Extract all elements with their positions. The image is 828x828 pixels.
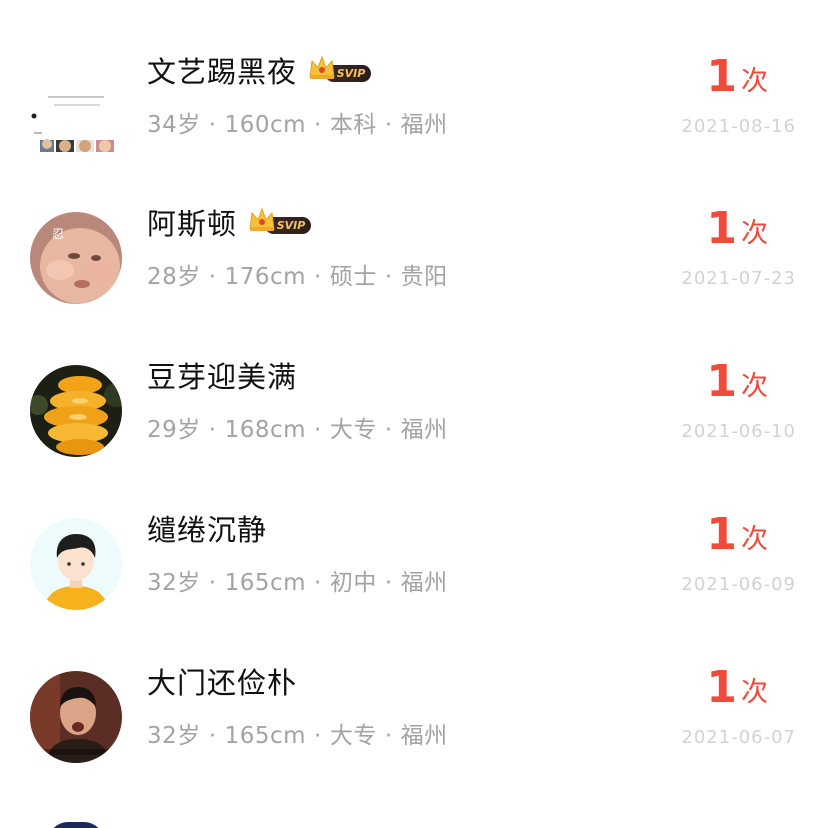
age: 32岁 [147, 570, 201, 596]
visit-count: 1 次 [706, 665, 768, 711]
name-line: 文艺踢黑夜 SVIP [147, 50, 373, 90]
age: 32岁 [147, 723, 201, 749]
profile-meta: 29岁 · 168cm · 大专 · 福州 [147, 417, 448, 443]
baby-photo-avatar: 忍 [30, 212, 122, 304]
svip-badge: SVIP [307, 53, 373, 87]
user-name[interactable]: 文艺踢黑夜 [147, 49, 297, 91]
list-item[interactable]: 大门还俭朴 32岁 · 165cm · 大专 · 福州 1 次 2021-06-07 [0, 651, 828, 804]
visit-count: 1 次 [706, 206, 768, 252]
education: 初中 [329, 570, 377, 596]
visit-count-number: 1 [706, 51, 737, 102]
education: 本科 [329, 112, 377, 138]
visit-count: 1 次 [706, 512, 768, 558]
visit-count-unit: 次 [741, 66, 768, 97]
avatar[interactable]: 忍 [30, 212, 122, 304]
age: 28岁 [147, 264, 201, 290]
user-name[interactable]: 阿斯顿 [147, 201, 237, 243]
city: 福州 [400, 112, 448, 138]
height: 160cm [224, 112, 307, 138]
visit-date: 2021-06-09 [681, 574, 796, 595]
name-line: 大门还俭朴 [147, 661, 297, 701]
svg-text:忍: 忍 [52, 227, 64, 241]
age: 29岁 [147, 417, 201, 443]
visit-date: 2021-08-16 [681, 116, 796, 137]
next-avatar-partial [48, 822, 104, 828]
visit-date: 2021-07-23 [681, 268, 796, 289]
city: 福州 [400, 417, 448, 443]
city: 贵阳 [400, 264, 448, 290]
crown-icon [249, 207, 275, 231]
fruit-slices-avatar [30, 365, 122, 457]
profile-meta: 32岁 · 165cm · 初中 · 福州 [147, 570, 448, 596]
user-name[interactable]: 缱绻沉静 [147, 507, 267, 549]
list-item[interactable]: 缱绻沉静 32岁 · 165cm · 初中 · 福州 1 次 2021-06-09 [0, 498, 828, 651]
visit-count-number: 1 [706, 356, 737, 407]
height: 168cm [224, 417, 307, 443]
height: 165cm [224, 570, 307, 596]
default-male-avatar [30, 518, 122, 610]
visit-count: 1 次 [706, 359, 768, 405]
avatar[interactable] [30, 671, 122, 763]
profile-meta: 28岁 · 176cm · 硕士 · 贵阳 [147, 264, 448, 290]
visit-date: 2021-06-07 [681, 727, 796, 748]
avatar[interactable] [30, 60, 122, 152]
list-item[interactable]: 忍 阿斯顿 SVIP 28岁 · 176cm · 硕士 · 贵阳 1 次 2021-07-2… [0, 192, 828, 345]
visit-date: 2021-06-10 [681, 421, 796, 442]
visit-count: 1 次 [706, 54, 768, 100]
avatar[interactable] [30, 518, 122, 610]
height: 165cm [224, 723, 307, 749]
visit-count-unit: 次 [741, 218, 768, 249]
visit-count-unit: 次 [741, 371, 768, 402]
list-item[interactable]: 文艺踢黑夜 SVIP 34岁 · 160cm · 本科 · 福州 1 次 2021-08-1… [0, 40, 828, 193]
user-name[interactable]: 大门还俭朴 [147, 660, 297, 702]
list-item[interactable]: 豆芽迎美满 29岁 · 168cm · 大专 · 福州 1 次 2021-06-10 [0, 345, 828, 498]
name-line: 缱绻沉静 [147, 508, 267, 548]
profile-meta: 32岁 · 165cm · 大专 · 福州 [147, 723, 448, 749]
avatar[interactable] [30, 365, 122, 457]
name-line: 豆芽迎美满 [147, 355, 297, 395]
collage-photo-avatar [30, 60, 122, 152]
education: 大专 [329, 417, 377, 443]
height: 176cm [224, 264, 307, 290]
visit-count-number: 1 [706, 203, 737, 254]
user-name[interactable]: 豆芽迎美满 [147, 354, 297, 396]
profile-meta: 34岁 · 160cm · 本科 · 福州 [147, 112, 448, 138]
city: 福州 [400, 570, 448, 596]
education: 硕士 [329, 264, 377, 290]
visit-count-number: 1 [706, 662, 737, 713]
city: 福州 [400, 723, 448, 749]
visit-count-unit: 次 [741, 524, 768, 555]
visitor-list: 文艺踢黑夜 SVIP 34岁 · 160cm · 本科 · 福州 1 次 2021-08-1… [0, 0, 828, 828]
visit-count-unit: 次 [741, 677, 768, 708]
name-line: 阿斯顿 SVIP [147, 202, 313, 242]
age: 34岁 [147, 112, 201, 138]
visit-count-number: 1 [706, 509, 737, 560]
crown-icon [309, 55, 335, 79]
education: 大专 [329, 723, 377, 749]
svip-badge: SVIP [247, 205, 313, 239]
man-photo-avatar [30, 671, 122, 763]
